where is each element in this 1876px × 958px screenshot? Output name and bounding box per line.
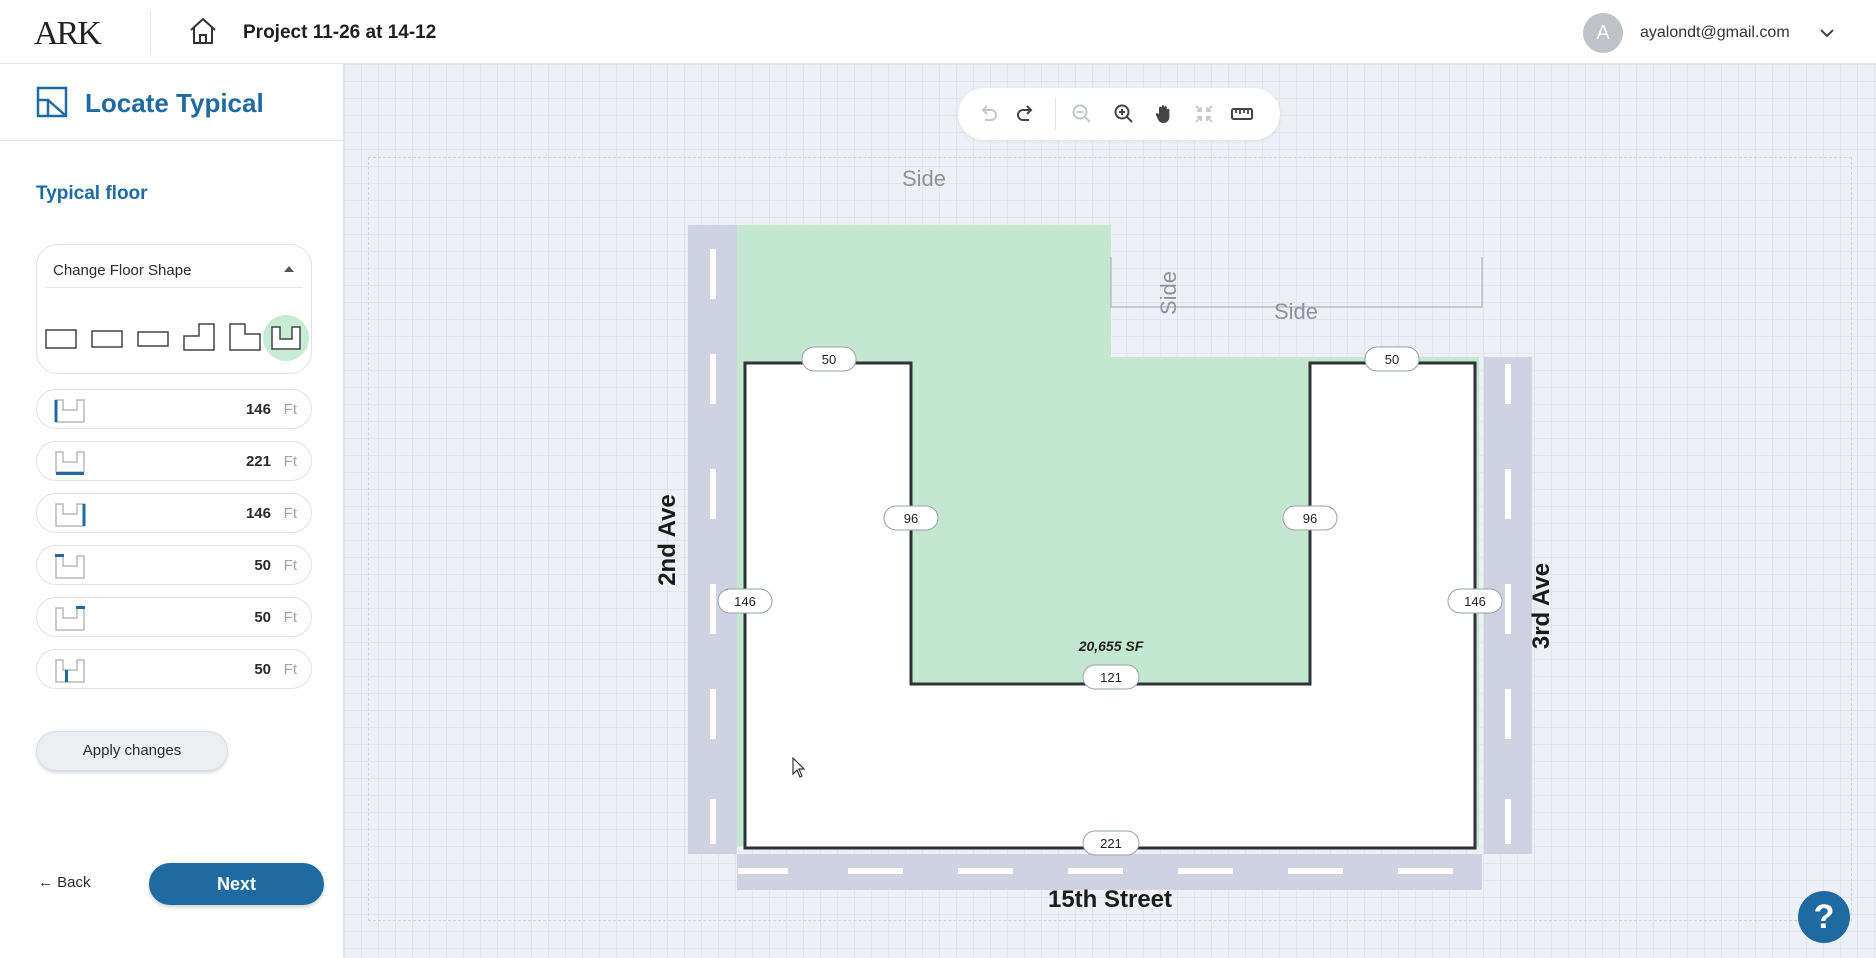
dimension-row[interactable]: 146 Ft	[36, 493, 312, 533]
u-shape-left-edge-icon	[54, 399, 85, 423]
side-label-notch-vertical: Side	[1156, 271, 1181, 315]
dim-pill-outer-right[interactable]: 146	[1447, 588, 1503, 614]
dimension-row[interactable]: 50 Ft	[36, 649, 312, 689]
redo-icon[interactable]	[1014, 102, 1038, 126]
svg-text:96: 96	[904, 511, 918, 526]
fit-view-icon[interactable]	[1192, 102, 1216, 126]
dim-pill-inner-bottom[interactable]: 121	[1082, 664, 1140, 690]
dimension-value: 146	[245, 505, 271, 522]
ruler-icon[interactable]	[1230, 102, 1254, 126]
dimension-unit: Ft	[283, 609, 297, 626]
project-title: Project 11-26 at 14-12	[243, 22, 437, 43]
dimension-value: 221	[245, 453, 271, 470]
svg-text:121: 121	[1100, 670, 1122, 685]
svg-text:221: 221	[1100, 836, 1122, 851]
shape-u-icon[interactable]	[263, 315, 309, 361]
left-panel: Locate Typical Typical floor Change Floo…	[0, 64, 344, 958]
u-shape-top-right-edge-icon	[55, 606, 85, 631]
dim-pill-bottom[interactable]: 221	[1082, 830, 1140, 856]
area-label: 20,655 SF	[1078, 638, 1144, 654]
u-shape-top-left-edge-icon	[55, 554, 85, 579]
road-2nd-ave	[688, 225, 737, 854]
avatar[interactable]: A	[1583, 13, 1623, 53]
street-label-3rd-ave: 3rd Ave	[1528, 563, 1555, 649]
ark-logo[interactable]: ARK	[34, 14, 120, 48]
apply-changes-button[interactable]: Apply changes	[36, 731, 228, 771]
svg-text:146: 146	[1464, 594, 1486, 609]
svg-text:50: 50	[1385, 352, 1399, 367]
app-header: ARK Project 11-26 at 14-12 A ayalondt@gm…	[0, 0, 1876, 64]
dim-pill-top-right[interactable]: 50	[1364, 346, 1420, 372]
dimension-unit: Ft	[283, 661, 297, 678]
dimension-unit: Ft	[283, 505, 297, 522]
chevron-down-icon[interactable]	[1818, 24, 1836, 42]
dimension-value: 50	[254, 609, 271, 626]
panel-header: Locate Typical	[0, 64, 344, 141]
next-button[interactable]: Next	[149, 863, 324, 905]
street-label-15th-street: 15th Street	[1048, 886, 1172, 913]
svg-text:ARK: ARK	[34, 15, 102, 48]
dim-pill-inner-left[interactable]: 96	[883, 505, 939, 531]
dimension-unit: Ft	[283, 401, 297, 418]
dimension-value: 50	[254, 661, 271, 678]
shape-select-label: Change Floor Shape	[53, 262, 192, 279]
dimension-row[interactable]: 146 Ft	[36, 389, 312, 429]
section-title: Typical floor	[36, 183, 148, 204]
mouse-pointer-icon	[792, 757, 806, 778]
panel-title: Locate Typical	[85, 88, 264, 118]
side-label-notch-horizontal: Side	[1274, 299, 1318, 324]
undo-icon[interactable]	[976, 102, 1000, 126]
floor-plan-icon	[36, 86, 68, 118]
shape-rectangle-icon[interactable]	[89, 320, 125, 356]
dim-pill-top-left[interactable]: 50	[801, 346, 857, 372]
dim-pill-outer-left[interactable]: 146	[717, 588, 773, 614]
shape-step-icon[interactable]	[181, 320, 217, 356]
floor-shape-card: Change Floor Shape	[36, 244, 312, 374]
home-icon[interactable]	[188, 16, 218, 46]
shape-rectangle-narrow-icon[interactable]	[135, 320, 171, 356]
dimension-row[interactable]: 221 Ft	[36, 441, 312, 481]
drawing-canvas[interactable]: Side Side Side 2nd Ave 3rd Ave 15th Stre…	[344, 64, 1876, 958]
change-floor-shape-select[interactable]: Change Floor Shape	[45, 252, 303, 288]
toolbar-divider	[1055, 98, 1056, 130]
dimension-row[interactable]: 50 Ft	[36, 597, 312, 637]
dimension-row[interactable]: 50 Ft	[36, 545, 312, 585]
help-button[interactable]: ?	[1798, 891, 1850, 943]
street-label-2nd-ave: 2nd Ave	[654, 494, 681, 586]
dimension-value: 50	[254, 557, 271, 574]
zoom-in-icon[interactable]	[1112, 102, 1136, 126]
dimension-value: 146	[245, 401, 271, 418]
user-email[interactable]: ayalondt@gmail.com	[1640, 24, 1790, 42]
canvas-toolbar	[958, 88, 1280, 140]
dim-pill-inner-right[interactable]: 96	[1282, 505, 1338, 531]
pan-hand-icon[interactable]	[1152, 102, 1176, 126]
side-label-top: Side	[902, 166, 946, 191]
shape-rectangle-wide-icon[interactable]	[43, 320, 79, 356]
zoom-out-icon[interactable]	[1070, 102, 1094, 126]
dimension-unit: Ft	[283, 453, 297, 470]
svg-text:50: 50	[822, 352, 836, 367]
u-shape-right-edge-icon	[55, 503, 86, 527]
shape-l-icon[interactable]	[227, 320, 263, 356]
header-divider	[150, 12, 151, 54]
u-shape-bottom-edge-icon	[55, 451, 85, 475]
floor-plan: Side Side Side 2nd Ave 3rd Ave 15th Stre…	[654, 166, 1555, 913]
svg-text:146: 146	[734, 594, 756, 609]
u-shape-inner-edge-icon	[55, 659, 85, 683]
back-button[interactable]: ← Back	[38, 874, 91, 891]
dimension-unit: Ft	[283, 557, 297, 574]
svg-text:96: 96	[1303, 511, 1317, 526]
caret-up-icon	[284, 266, 294, 272]
